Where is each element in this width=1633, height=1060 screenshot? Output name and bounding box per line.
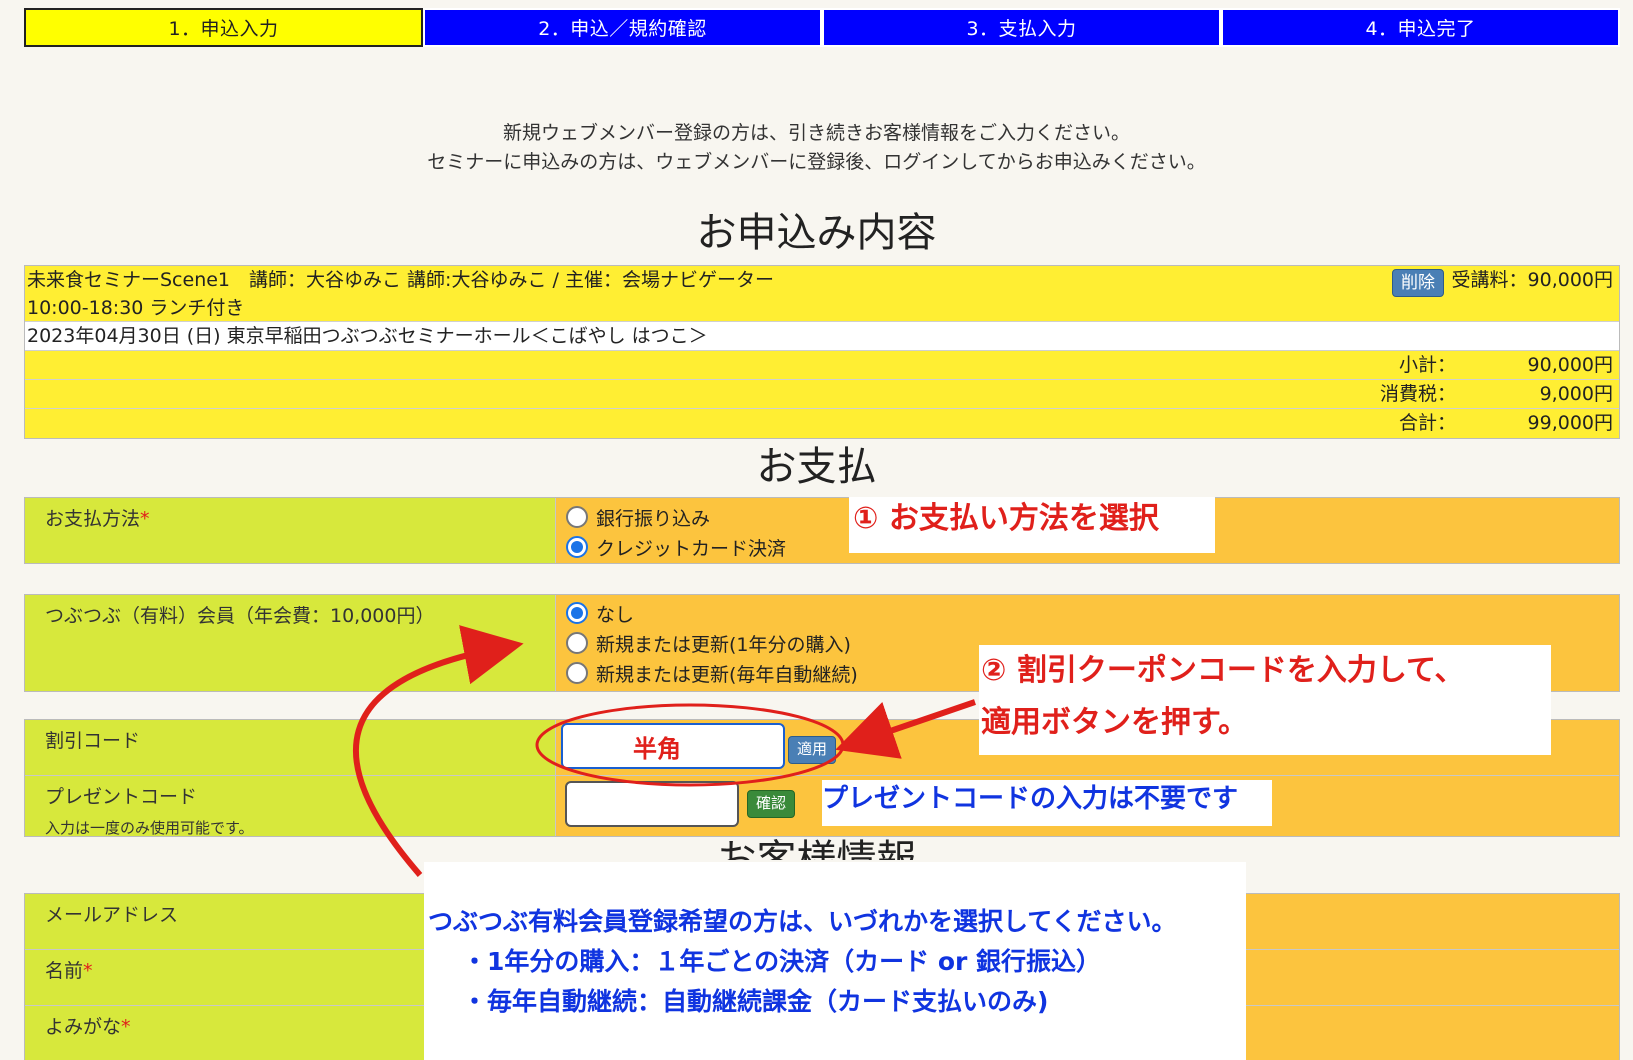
- tax-label: 消費税：: [1379, 383, 1456, 405]
- step-1-input: 1．申込入力: [24, 8, 423, 47]
- required-mark: *: [83, 960, 93, 982]
- kana-label-text: よみがな: [45, 1016, 122, 1038]
- required-mark: *: [140, 508, 150, 530]
- annotation-step2-line1: ② 割引クーポンコードを入力して、: [981, 653, 1465, 688]
- payment-method-label-text: お支払方法: [45, 508, 141, 530]
- order-title: お申込み内容: [696, 210, 937, 256]
- subtotal-row: 小計： 90,000円: [25, 351, 1619, 380]
- radio-label: 新規または更新(1年分の購入): [596, 633, 851, 656]
- order-item-venue: 2023年04月30日 (日) 東京早稲田つぶつぶセミナーホール＜こばやし はつ…: [27, 325, 708, 347]
- apply-button[interactable]: 適用: [788, 736, 837, 764]
- step-3-payment: 3．支払入力: [822, 8, 1221, 47]
- payment-method-block: お支払方法* 銀行振り込み クレジットカード決済: [24, 497, 1620, 564]
- radio-label: なし: [596, 603, 635, 626]
- radio-icon[interactable]: [566, 506, 588, 528]
- annotation-membership-line3: ・毎年自動継続：自動継続課金（カード支払いのみ): [462, 987, 1049, 1016]
- annotation-step1: ① お支払い方法を選択: [849, 497, 1215, 553]
- confirm-button[interactable]: 確認: [747, 790, 796, 818]
- radio-membership-none[interactable]: なし: [566, 598, 1609, 628]
- radio-label: 新規または更新(毎年自動継続): [596, 663, 858, 686]
- annotation-membership-info: つぶつぶ有料会員登録希望の方は、いづれかを選択してください。 ・1年分の購入：１…: [424, 862, 1246, 1060]
- subtotal-label: 小計：: [1398, 354, 1456, 376]
- radio-icon[interactable]: [566, 662, 588, 684]
- step-2-confirm: 2．申込／規約確認: [423, 8, 822, 47]
- order-item-venue-row: 2023年04月30日 (日) 東京早稲田つぶつぶセミナーホール＜こばやし はつ…: [25, 322, 1619, 351]
- tax-value: 9,000円: [1539, 383, 1613, 405]
- radio-selected-icon[interactable]: [566, 602, 588, 624]
- radio-icon[interactable]: [566, 632, 588, 654]
- tax-row: 消費税： 9,000円: [25, 380, 1619, 409]
- annotation-membership-line1: つぶつぶ有料会員登録希望の方は、いづれかを選択してください。: [428, 907, 1177, 936]
- payment-method-row: お支払方法* 銀行振り込み クレジットカード決済: [25, 498, 1619, 563]
- name-label-text: 名前: [45, 960, 84, 982]
- notice-line-1: 新規ウェブメンバー登録の方は、引き続きお客様情報をご入力ください。: [502, 122, 1130, 144]
- subtotal-value: 90,000円: [1527, 354, 1613, 376]
- radio-selected-icon[interactable]: [566, 536, 588, 558]
- kana-label: よみがな*: [25, 1006, 427, 1060]
- delete-button[interactable]: 削除: [1392, 269, 1444, 297]
- order-item-time: 10:00-18:30 ランチ付き: [27, 297, 245, 319]
- customer-title: お客様情報: [716, 837, 917, 860]
- order-table: 未来食セミナーScene1 講師：大谷ゆみこ 講師:大谷ゆみこ / 主催：会場ナ…: [24, 265, 1620, 439]
- name-label: 名前*: [25, 950, 427, 1005]
- payment-method-label: お支払方法*: [25, 498, 556, 563]
- email-label: メールアドレス: [25, 894, 427, 949]
- present-code-input[interactable]: [565, 781, 739, 827]
- radio-label: クレジットカード決済: [596, 537, 787, 560]
- order-item-fee: 受講料：90,000円: [1451, 269, 1613, 291]
- present-label: プレゼントコード 入力は一度のみ使用可能です。: [25, 776, 556, 837]
- required-mark: *: [121, 1016, 131, 1038]
- membership-label: つぶつぶ（有料）会員（年会費：10,000円）: [25, 595, 556, 691]
- discount-code-input[interactable]: 半角: [561, 723, 785, 769]
- annotation-present-note: プレゼントコードの入力は不要です: [822, 780, 1272, 826]
- annotation-membership-line2: ・1年分の購入：１年ごとの決済（カード or 銀行振込）: [462, 947, 1102, 976]
- progress-steps: 1．申込入力 2．申込／規約確認 3．支払入力 4．申込完了: [24, 8, 1620, 47]
- notice-line-2: セミナーに申込みの方は、ウェブメンバーに登録後、ログインしてからお申込みください…: [427, 151, 1206, 173]
- discount-label: 割引コード: [25, 720, 556, 775]
- present-label-text: プレゼントコード: [45, 786, 198, 808]
- annotation-step2: ② 割引クーポンコードを入力して、 適用ボタンを押す。: [979, 645, 1551, 755]
- step-4-complete: 4．申込完了: [1221, 8, 1620, 47]
- payment-title: お支払: [756, 444, 877, 490]
- order-item: 未来食セミナーScene1 講師：大谷ゆみこ 講師:大谷ゆみこ / 主催：会場ナ…: [25, 266, 1619, 322]
- order-item-title: 未来食セミナーScene1 講師：大谷ゆみこ 講師:大谷ゆみこ / 主催：会場ナ…: [27, 269, 774, 291]
- radio-label: 銀行振り込み: [596, 507, 711, 530]
- discount-halfwidth-note: 半角: [633, 735, 681, 763]
- annotation-step2-line2: 適用ボタンを押す。: [981, 705, 1248, 740]
